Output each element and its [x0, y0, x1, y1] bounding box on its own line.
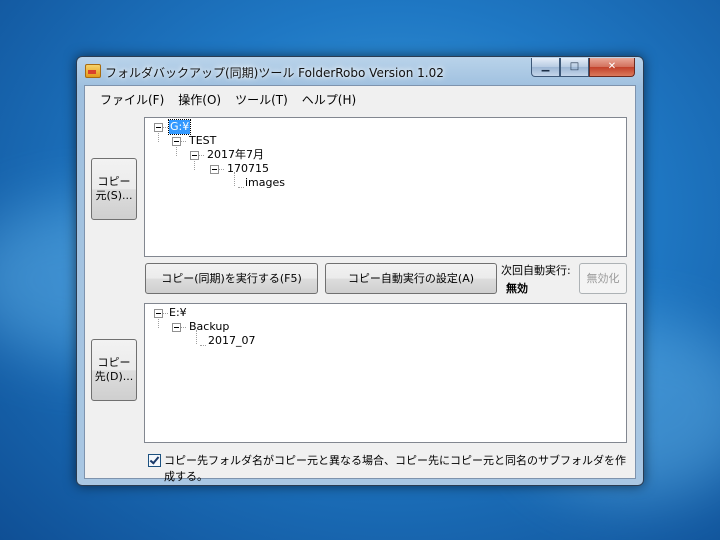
copy-source-line1: コピー	[97, 175, 131, 188]
title-bar[interactable]: フォルダバックアップ(同期)ツール FolderRobo Version 1.0…	[77, 57, 643, 85]
app-window: フォルダバックアップ(同期)ツール FolderRobo Version 1.0…	[76, 56, 644, 486]
app-icon	[85, 64, 101, 78]
dest-root-label: E:¥	[169, 306, 187, 319]
next-run-label: 次回自動実行:	[501, 264, 571, 277]
source-images-label: images	[245, 176, 285, 189]
copy-dest-button[interactable]: コピー 先(D)...	[91, 339, 137, 401]
source-170715-label: 170715	[227, 162, 269, 175]
collapse-icon[interactable]	[172, 137, 181, 146]
window-title: フォルダバックアップ(同期)ツール FolderRobo Version 1.0…	[105, 66, 444, 80]
run-sync-button[interactable]: コピー(同期)を実行する(F5)	[145, 263, 318, 294]
source-tree[interactable]: G:¥ TEST 2017年7月 170715 images	[144, 117, 627, 257]
client-area: ファイル(F) 操作(O) ツール(T) ヘルプ(H) コピー 元(S)... …	[84, 85, 636, 483]
collapse-icon[interactable]	[154, 309, 163, 318]
source-2017-07-label: 2017年7月	[207, 148, 264, 161]
menu-help[interactable]: ヘルプ(H)	[295, 86, 363, 108]
source-test-label: TEST	[189, 134, 217, 147]
collapse-icon[interactable]	[210, 165, 219, 174]
close-button[interactable]: ✕	[589, 58, 635, 77]
dest-tree[interactable]: E:¥ Backup 2017_07	[144, 303, 627, 443]
dest-backup-label: Backup	[189, 320, 230, 333]
next-run-value: 無効	[506, 282, 528, 295]
copy-source-button[interactable]: コピー 元(S)...	[91, 158, 137, 220]
copy-dest-line2: 先(D)...	[94, 370, 134, 383]
collapse-icon[interactable]	[190, 151, 199, 160]
collapse-icon[interactable]	[172, 323, 181, 332]
menu-bar: ファイル(F) 操作(O) ツール(T) ヘルプ(H)	[85, 86, 635, 108]
minimize-button[interactable]: ▁	[531, 58, 560, 77]
maximize-button[interactable]: □	[560, 58, 589, 77]
collapse-icon[interactable]	[154, 123, 163, 132]
create-subfolder-checkbox[interactable]	[148, 454, 161, 467]
copy-source-line2: 元(S)...	[95, 189, 133, 202]
copy-dest-line1: コピー	[97, 356, 131, 369]
menu-file[interactable]: ファイル(F)	[93, 86, 171, 108]
menu-operation[interactable]: 操作(O)	[171, 86, 228, 108]
auto-run-settings-button[interactable]: コピー自動実行の設定(A)	[325, 263, 497, 294]
dest-2017-07-label: 2017_07	[208, 334, 256, 347]
menu-tools[interactable]: ツール(T)	[228, 86, 295, 108]
source-root-label: G:¥	[167, 119, 192, 135]
create-subfolder-label[interactable]: コピー先フォルダ名がコピー元と異なる場合、コピー先にコピー元と同名のサブフォルダ…	[164, 452, 635, 484]
disable-button[interactable]: 無効化	[579, 263, 627, 294]
